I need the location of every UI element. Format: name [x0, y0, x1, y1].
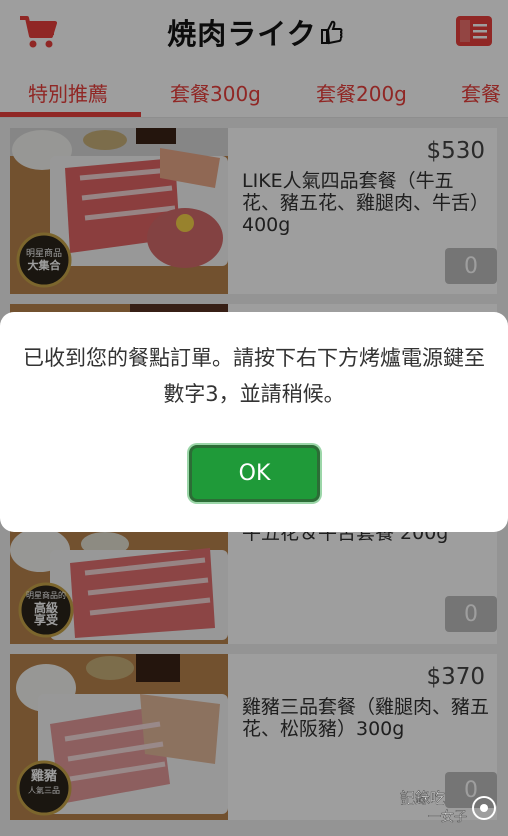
- watermark: 記錄吃 一女子: [398, 786, 502, 826]
- svg-text:一女子: 一女子: [428, 809, 467, 825]
- svg-text:記錄吃: 記錄吃: [400, 789, 445, 807]
- dialog-message: 已收到您的餐點訂單。請按下右下方烤爐電源鍵至數字3，並請稍候。: [23, 346, 485, 406]
- ok-button[interactable]: OK: [189, 445, 320, 502]
- order-received-dialog: 已收到您的餐點訂單。請按下右下方烤爐電源鍵至數字3，並請稍候。 OK: [0, 312, 508, 532]
- watermark-logo: 記錄吃 一女子: [400, 789, 496, 825]
